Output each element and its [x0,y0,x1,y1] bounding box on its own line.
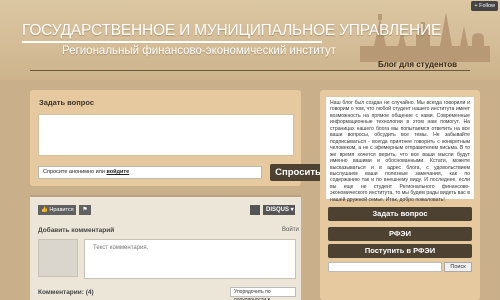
comment-input[interactable]: Текст комментария. [84,239,296,279]
site-header: + Follow ГОСУДАРСТВЕННОЕ И МУНИЦИПАЛЬНОЕ… [0,0,500,80]
rfei-button[interactable]: РФЭИ [328,227,472,241]
disqus-login-link[interactable]: Войти [282,227,299,233]
avatar [38,239,78,277]
ask-submit-button[interactable]: Спросить [270,164,326,181]
follow-button[interactable]: + Follow [471,1,498,11]
ask-question-title: Задать вопрос [39,98,95,107]
anonymous-bar: Спросите анонимно или войдите [38,166,262,179]
about-text: Наш блог был создан не случайно. Мы всег… [325,96,475,203]
comments-count: Комментарии: (4) [38,289,94,296]
ask-question-button[interactable]: Задать вопрос [328,207,472,221]
disqus-menu-button[interactable]: DISQUS ▾ [263,205,295,215]
blog-divider [30,70,470,71]
sidebar: Наш блог был создан не случайно. Мы всег… [320,90,480,300]
add-comment-title: Добавить комментарий [38,227,115,234]
ask-question-panel: Задать вопрос Спросите анонимно или войд… [30,90,326,186]
search-input[interactable] [328,262,442,272]
institute-name: Региональный финансово-экономический инс… [62,45,337,57]
question-textarea[interactable] [38,114,294,156]
search-button[interactable]: Поиск [444,262,472,272]
flag-button[interactable]: ⚑ [79,205,91,215]
disqus-comments: 👍 Нравится ⚑ DISQUS ▾ Добавить комментар… [30,195,301,300]
title-divider [22,41,322,43]
blog-label: Блог для студентов [378,60,458,69]
like-button[interactable]: 👍 Нравится [38,205,76,215]
anonymous-text: Спросите анонимно или [43,169,107,175]
sort-select[interactable]: Упорядочить по популярности ▾ [230,287,296,300]
apply-rfei-button[interactable]: Поступить в РФЭИ [328,244,472,258]
chevron-down-icon: ▾ [289,207,294,213]
login-link[interactable]: войдите [107,169,130,175]
site-title[interactable]: ГОСУДАРСТВЕННОЕ И МУНИЦИПАЛЬНОЕ УПРАВЛЕН… [22,22,441,40]
mail-icon[interactable] [250,205,260,215]
